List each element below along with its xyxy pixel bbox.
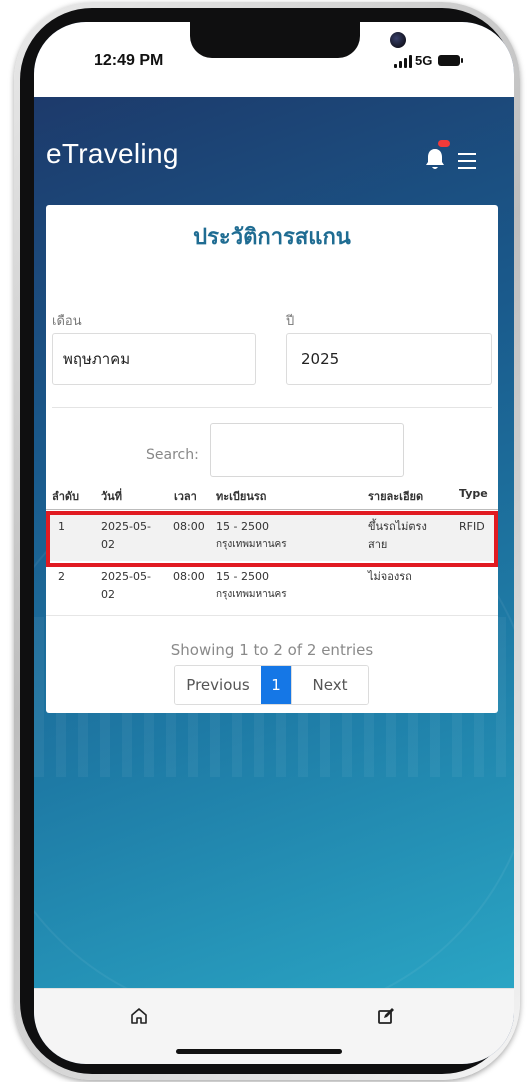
column-header-plate[interactable]: ทะเบียนรถ [216,487,266,505]
battery-icon [438,55,463,66]
notch [190,22,406,58]
row-divider [46,615,498,616]
network-label: 5G [415,53,433,68]
section-divider [52,407,492,408]
column-header-no[interactable]: ลำดับ [52,487,79,505]
home-indicator [176,1049,342,1054]
column-header-detail[interactable]: รายละเอียด [368,487,423,505]
app-content: eTraveling ประวัติการสแกน เดือน พฤษภาคม … [34,97,514,988]
notification-badge [438,140,450,147]
page-1-button[interactable]: 1 [261,666,291,704]
column-header-date[interactable]: วันที่ [101,487,122,505]
page-title: ประวัติการสแกน [193,225,351,250]
status-time: 12:49 PM [94,52,164,69]
cell-plate-province: กรุงเทพมหานคร [216,589,287,600]
column-header-time[interactable]: เวลา [174,487,197,505]
table-info: Showing 1 to 2 of 2 entries [170,641,374,659]
scan-history-card: ประวัติการสแกน เดือน พฤษภาคม ปี 2025 Sea… [46,205,498,713]
year-value: 2025 [301,350,340,368]
cell-detail: ไม่จองรถ [368,570,412,583]
hamburger-menu-icon[interactable] [458,153,476,169]
bottom-nav [34,988,514,1064]
month-label: เดือน [52,314,82,329]
search-label: Search: [146,447,199,463]
year-select[interactable]: 2025 [286,333,492,385]
cell-plate: 15 - 2500 [216,570,269,583]
pagination: Previous 1 Next [174,665,369,705]
camera-icon [390,32,406,48]
cell-date-line2: 02 [101,588,115,601]
home-icon[interactable] [130,1007,148,1025]
edit-icon[interactable] [377,1007,395,1025]
cell-date: 2025-05- [101,570,151,583]
cell-time: 08:00 [173,570,205,583]
search-input[interactable] [210,423,404,477]
bell-icon[interactable] [424,140,450,172]
month-select[interactable]: พฤษภาคม [52,333,256,385]
table-header-border [46,509,498,510]
row-highlight-box [46,511,498,567]
previous-page-button[interactable]: Previous [175,666,261,704]
app-title: eTraveling [46,138,179,169]
cell-no: 2 [58,570,65,583]
month-value: พฤษภาคม [63,350,131,368]
signal-icon [394,54,414,68]
year-label: ปี [286,314,295,329]
next-page-button[interactable]: Next [291,666,368,704]
phone-screen: 12:49 PM 5G eTraveling ประวัติการสแกน เด… [34,22,514,1064]
column-header-type[interactable]: Type [459,487,488,500]
table-row[interactable]: 2 2025-05- 02 08:00 15 - 2500 กรุงเทพมหา… [46,565,498,613]
